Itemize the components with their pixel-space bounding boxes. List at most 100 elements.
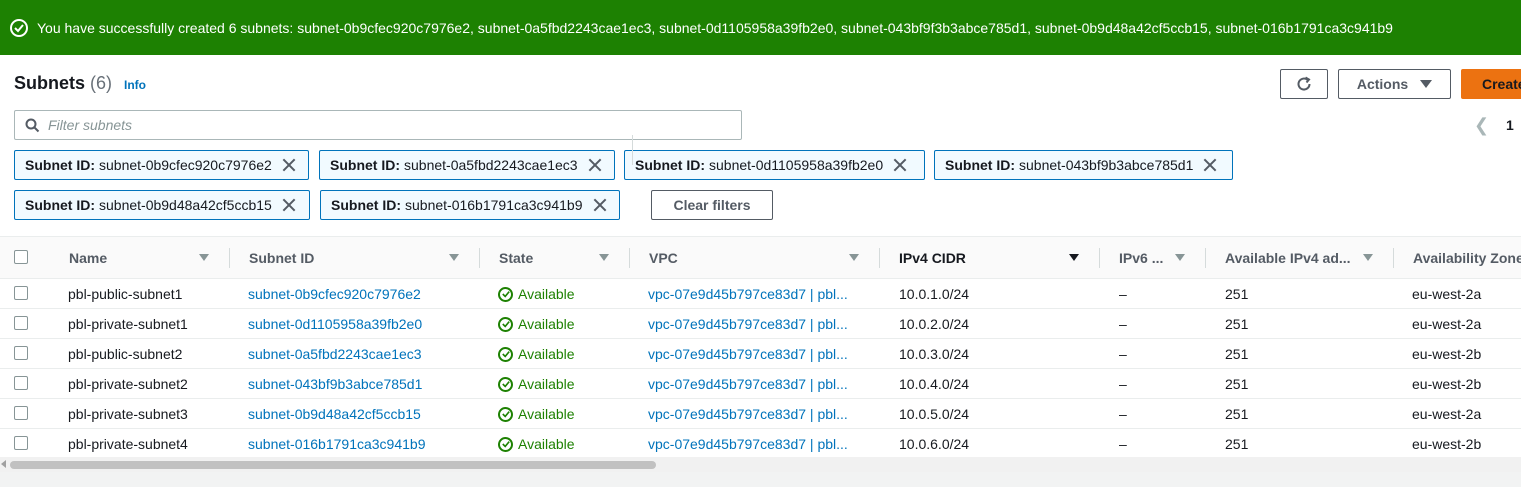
column-header-available-ipv4[interactable]: Available IPv4 ad... — [1225, 237, 1351, 279]
remove-filter-icon[interactable] — [282, 198, 296, 212]
ipv6-cidr: – — [1119, 316, 1127, 332]
table-row[interactable]: pbl-private-subnet3 subnet-0b9d48a42cf5c… — [0, 399, 1521, 429]
ipv4-cidr: 10.0.1.0/24 — [899, 286, 970, 302]
vpc-link[interactable]: vpc-07e9d45b797ce83d7 | pbl... — [648, 436, 848, 452]
info-link[interactable]: Info — [124, 78, 146, 92]
available-check-icon — [498, 316, 513, 332]
availability-zone: eu-west-2b — [1412, 376, 1482, 392]
subnet-id-link[interactable]: subnet-0d1105958a39fb2e0 — [248, 316, 422, 332]
column-header-vpc[interactable]: VPC — [649, 237, 678, 279]
available-ipv4: 251 — [1225, 436, 1249, 452]
caret-down-icon — [1420, 80, 1433, 88]
filter-token-key: Subnet ID: — [330, 157, 400, 173]
success-check-icon — [10, 18, 28, 37]
subnet-name: pbl-public-subnet1 — [68, 286, 183, 302]
vpc-link[interactable]: vpc-07e9d45b797ce83d7 | pbl... — [648, 346, 848, 362]
column-header-subnet-id[interactable]: Subnet ID — [249, 237, 314, 279]
actions-button[interactable]: Actions — [1338, 69, 1451, 99]
vpc-link[interactable]: vpc-07e9d45b797ce83d7 | pbl... — [648, 286, 848, 302]
bottom-bar — [0, 472, 1521, 487]
row-checkbox[interactable] — [14, 436, 28, 450]
row-checkbox[interactable] — [14, 286, 28, 300]
column-header-ipv6[interactable]: IPv6 ... — [1119, 237, 1163, 279]
column-header-availability-zone[interactable]: Availability Zone — [1413, 237, 1521, 279]
table-row[interactable]: pbl-private-subnet2 subnet-043bf9b3abce7… — [0, 369, 1521, 399]
row-checkbox[interactable] — [14, 346, 28, 360]
success-banner: You have successfully created 6 subnets:… — [0, 0, 1521, 55]
available-check-icon — [498, 376, 513, 392]
select-all-checkbox[interactable] — [14, 250, 28, 264]
previous-page-icon[interactable]: ❮ — [1474, 115, 1489, 136]
remove-filter-icon[interactable] — [282, 158, 296, 172]
subnet-id-link[interactable]: subnet-0b9d48a42cf5ccb15 — [248, 406, 421, 422]
subnet-id-link[interactable]: subnet-043bf9b3abce785d1 — [248, 376, 422, 392]
refresh-button[interactable] — [1280, 69, 1328, 99]
search-placeholder: Filter subnets — [48, 117, 133, 133]
table-row[interactable]: pbl-public-subnet2 subnet-0a5fbd2243cae1… — [0, 339, 1521, 369]
page-number[interactable]: 1 — [1506, 117, 1514, 133]
subnet-id-link[interactable]: subnet-016b1791ca3c941b9 — [248, 436, 426, 452]
create-label: Create — [1482, 76, 1521, 92]
state-cell: Available — [498, 316, 575, 332]
column-divider[interactable] — [479, 248, 480, 268]
filter-token-key: Subnet ID: — [25, 157, 95, 173]
state-label: Available — [518, 436, 575, 452]
subnet-name: pbl-private-subnet3 — [68, 406, 188, 422]
available-check-icon — [498, 406, 513, 422]
remove-filter-icon[interactable] — [893, 158, 907, 172]
column-divider[interactable] — [229, 248, 230, 268]
subnet-count: (6) — [90, 73, 113, 93]
horizontal-scrollbar[interactable] — [0, 457, 1521, 472]
column-header-ipv4-cidr[interactable]: IPv4 CIDR — [899, 237, 966, 279]
available-ipv4: 251 — [1225, 376, 1249, 392]
vpc-link[interactable]: vpc-07e9d45b797ce83d7 | pbl... — [648, 406, 848, 422]
column-label: State — [499, 250, 534, 266]
vpc-link[interactable]: vpc-07e9d45b797ce83d7 | pbl... — [648, 376, 848, 392]
column-header-name[interactable]: Name — [69, 237, 107, 279]
table-row[interactable]: pbl-public-subnet1 subnet-0b9cfec920c797… — [0, 279, 1521, 309]
filter-token-key: Subnet ID: — [25, 197, 95, 213]
column-label: Available IPv4 ad... — [1225, 250, 1351, 266]
state-cell: Available — [498, 436, 575, 452]
scroll-left-icon[interactable] — [1, 460, 6, 468]
column-header-state[interactable]: State — [499, 237, 533, 279]
clear-filters-button[interactable]: Clear filters — [651, 190, 773, 220]
filter-token: Subnet ID: subnet-043bf9b3abce785d1 — [934, 150, 1233, 180]
filter-token-value: subnet-016b1791ca3c941b9 — [405, 197, 583, 213]
table-row[interactable]: pbl-private-subnet1 subnet-0d1105958a39f… — [0, 309, 1521, 339]
filter-token-value: subnet-0b9cfec920c7976e2 — [99, 157, 272, 173]
filter-token-value: subnet-0b9d48a42cf5ccb15 — [99, 197, 272, 213]
actions-label: Actions — [1356, 76, 1409, 92]
filter-token-key: Subnet ID: — [635, 157, 705, 173]
remove-filter-icon[interactable] — [1203, 158, 1217, 172]
remove-filter-icon[interactable] — [588, 158, 602, 172]
filter-token-value: subnet-0a5fbd2243cae1ec3 — [404, 157, 578, 173]
remove-filter-icon[interactable] — [593, 198, 607, 212]
column-divider[interactable] — [629, 248, 630, 268]
column-divider[interactable] — [1205, 248, 1206, 268]
state-label: Available — [518, 346, 575, 362]
subnet-id-link[interactable]: subnet-0b9cfec920c7976e2 — [248, 286, 421, 302]
row-checkbox[interactable] — [14, 376, 28, 390]
column-label: IPv6 ... — [1119, 250, 1164, 266]
vpc-link[interactable]: vpc-07e9d45b797ce83d7 | pbl... — [648, 316, 848, 332]
create-subnet-button[interactable]: Create — [1461, 69, 1521, 99]
available-ipv4: 251 — [1225, 286, 1249, 302]
ipv6-cidr: – — [1119, 286, 1127, 302]
subnet-name: pbl-private-subnet1 — [68, 316, 188, 332]
table-row[interactable]: pbl-private-subnet4 subnet-016b1791ca3c9… — [0, 429, 1521, 459]
ipv4-cidr: 10.0.5.0/24 — [899, 406, 970, 422]
column-divider[interactable] — [879, 248, 880, 268]
row-checkbox[interactable] — [14, 316, 28, 330]
available-ipv4: 251 — [1225, 406, 1249, 422]
subnet-name: pbl-public-subnet2 — [68, 346, 183, 362]
subnet-id-link[interactable]: subnet-0a5fbd2243cae1ec3 — [248, 346, 422, 362]
scrollbar-thumb[interactable] — [10, 461, 656, 469]
state-cell: Available — [498, 376, 575, 392]
column-divider[interactable] — [1099, 248, 1100, 268]
success-message: You have successfully created 6 subnets:… — [37, 19, 1393, 36]
row-checkbox[interactable] — [14, 406, 28, 420]
column-divider[interactable] — [1393, 248, 1394, 268]
availability-zone: eu-west-2b — [1412, 436, 1482, 452]
column-label: Subnet ID — [249, 250, 315, 266]
